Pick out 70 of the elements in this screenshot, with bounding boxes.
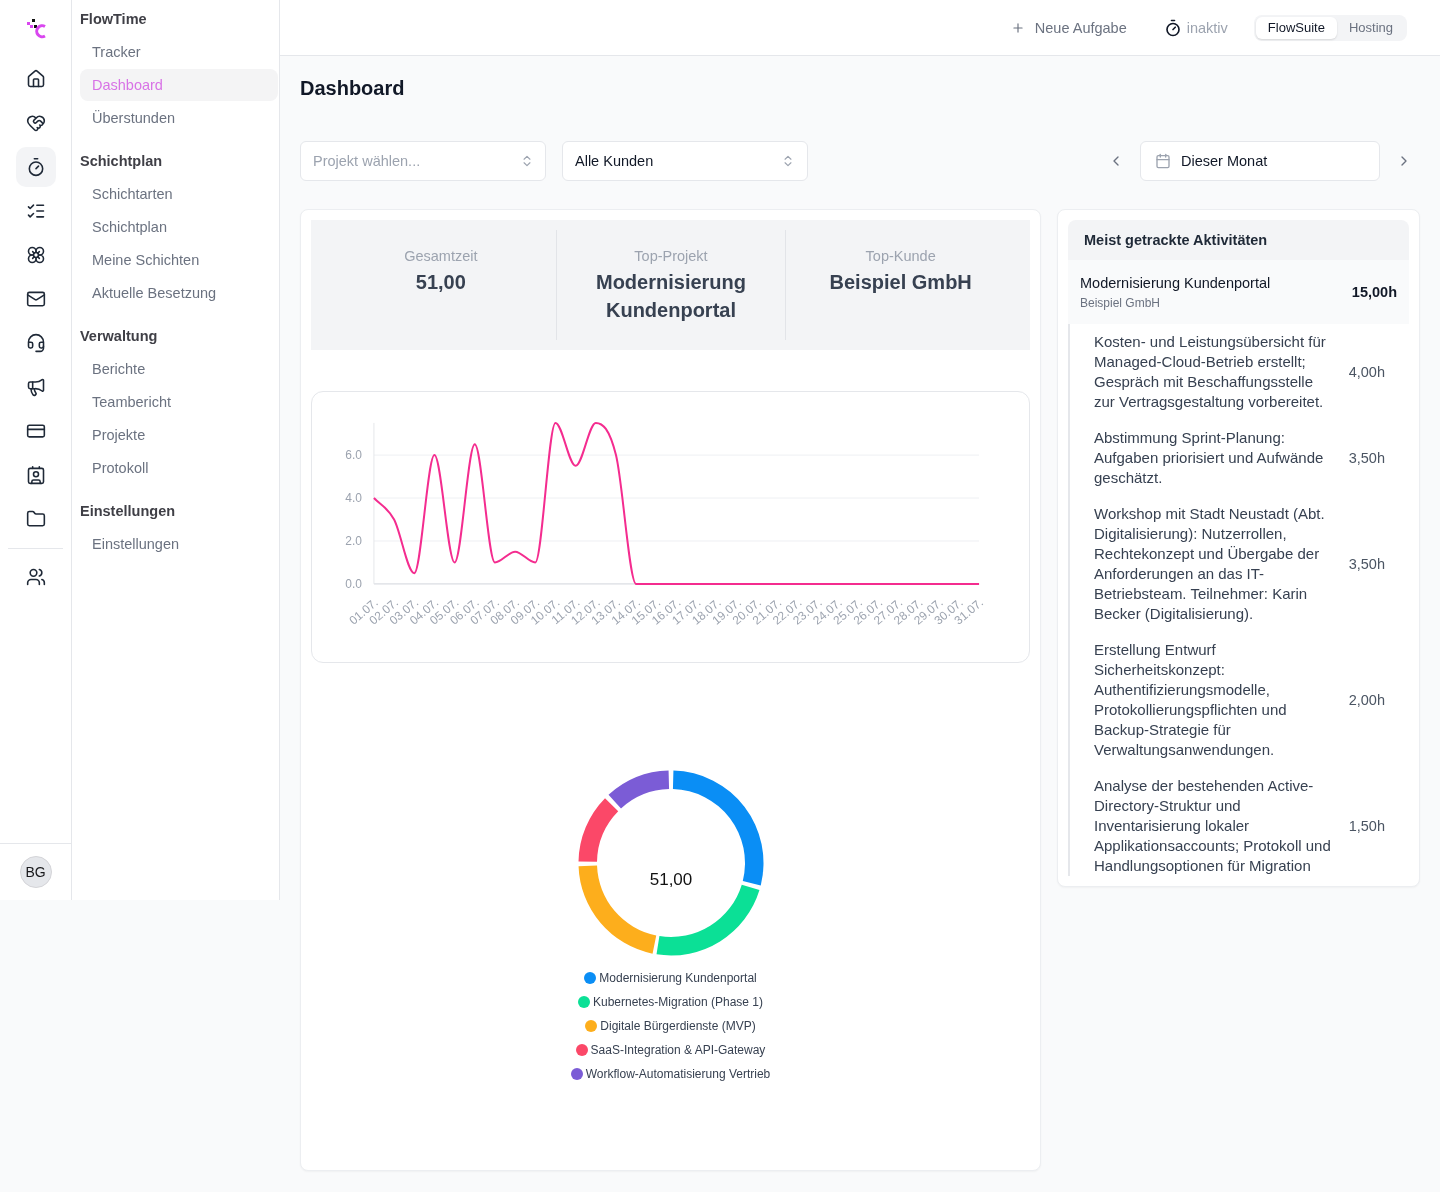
section-heading: Verwaltung <box>80 327 159 346</box>
stat-value: Modernisierung Kundenportal <box>595 270 747 323</box>
section-heading: Einstellungen <box>80 502 177 521</box>
page-title: Dashboard <box>300 76 406 100</box>
legend-label: Modernisierung Kundenportal <box>599 971 757 985</box>
period-picker[interactable]: Dieser Monat <box>1140 141 1380 181</box>
sidebar-item[interactable]: Tracker <box>80 36 278 68</box>
timer-status-button[interactable]: inaktiv <box>1163 18 1228 37</box>
project-select[interactable]: Projekt wählen... <box>300 141 546 181</box>
stopwatch-icon <box>1163 18 1182 37</box>
legend-label: Digitale Bürgerdienste (MVP) <box>600 1019 756 1033</box>
users-icon <box>25 567 46 587</box>
workspace-tab[interactable]: FlowSuite <box>1255 16 1337 39</box>
activity-text: Abstimmung Sprint-Planung: Aufgaben priorisiert und Aufwände geschätzt. <box>1094 428 1325 488</box>
new-task-button[interactable]: Neue Aufgabe <box>1010 19 1127 36</box>
section-heading: Schichtplan <box>80 152 164 171</box>
sidebar-item[interactable]: Teambericht <box>80 386 278 418</box>
sidebar-item[interactable]: Berichte <box>80 353 278 385</box>
legend-label: SaaS-Integration & API-Gateway <box>590 1043 766 1057</box>
plus-icon <box>1010 20 1025 35</box>
activity-text: Workshop mit Stadt Neustadt (Abt. Digitalisierung): Nutzerrollen, Rechtekonzept und Übergabe der Anforderungen an das IT-Betriebsteam. Teilnehmer: Karin Becker (Digitalisierung). <box>1094 504 1326 624</box>
sidebar-item[interactable]: Dashboard <box>80 69 278 101</box>
sidebar-item[interactable]: Einstellungen <box>80 528 278 560</box>
rail-nav-button[interactable] <box>15 147 56 187</box>
card-icon <box>25 421 46 441</box>
sidebar-item[interactable]: Schichtplan <box>80 211 278 243</box>
activity-hours: 3,50h <box>1348 556 1385 572</box>
legend-label: Workflow-Automatisierung Vertrieb <box>585 1067 771 1081</box>
user-avatar[interactable]: BG <box>19 856 52 888</box>
sidebar-item[interactable]: Meine Schichten <box>80 244 278 276</box>
y-tick-label: 0.0 <box>345 576 362 591</box>
calendar-icon <box>1155 153 1171 169</box>
activity-hours: 1,50h <box>1348 818 1385 834</box>
mail-icon <box>25 289 46 309</box>
section-heading: FlowTime <box>80 10 148 29</box>
folder-icon <box>25 509 46 529</box>
project-customer: Beispiel GmbH <box>1080 295 1162 311</box>
sidebar-item[interactable]: Schichtarten <box>80 178 278 210</box>
y-tick-label: 2.0 <box>345 533 362 548</box>
headset-icon <box>25 333 46 353</box>
customer-select[interactable]: Alle Kunden <box>562 141 808 181</box>
workspace-tab[interactable]: Hosting <box>1336 16 1405 39</box>
legend-label: Kubernetes-Migration (Phase 1) <box>592 995 764 1009</box>
sidebar-item[interactable]: Aktuelle Besetzung <box>80 277 278 309</box>
activity-hours: 4,00h <box>1348 364 1385 380</box>
checklist-icon <box>25 201 46 221</box>
flower-icon <box>25 245 46 265</box>
activity-hours: 3,50h <box>1348 450 1385 466</box>
heart-handshake-icon <box>25 113 46 133</box>
sidebar-item[interactable]: Projekte <box>80 419 278 451</box>
stat-label: Top-Kunde <box>865 247 936 266</box>
stat-label: Top-Projekt <box>634 247 708 266</box>
stat-value: 51,00 <box>415 270 466 295</box>
activity-text: Erstellung Entwurf Sicherheitskonzept: Authentifizierungsmodelle, Protokollierungspflichten und Backup-Strategie für Verwaltungsanwendungen. <box>1094 640 1288 760</box>
y-tick-label: 4.0 <box>345 491 362 506</box>
stat-label: Gesamtzeit <box>404 247 478 266</box>
project-hours: 15,00h <box>1351 284 1397 300</box>
card-title: Meist getrackte Aktivitäten <box>1068 220 1409 260</box>
donut-total: 51,00 <box>649 870 692 889</box>
activity-hours: 2,00h <box>1348 692 1385 708</box>
sidebar-item[interactable]: Protokoll <box>80 452 278 484</box>
sidebar-item[interactable]: Überstunden <box>80 102 278 134</box>
activity-text: Kosten- und Leistungsübersicht für Managed-Cloud-Betrieb erstellt; Gespräch mit Beschaffungsstelle zur Vertragsgestaltung vorbereitet. <box>1094 332 1327 412</box>
stat-value: Beispiel GmbH <box>829 270 972 295</box>
home-icon <box>25 69 46 89</box>
y-tick-label: 6.0 <box>345 448 362 463</box>
contact-card-icon <box>25 465 46 485</box>
megaphone-icon <box>25 377 46 397</box>
project-name: Modernisierung Kundenportal <box>1080 274 1271 293</box>
activity-text: Analyse der bestehenden Active-Directory-Struktur und Inventarisierung lokaler Applikationsaccounts; Protokoll und Handlungsoptionen für Migration <box>1094 776 1332 876</box>
